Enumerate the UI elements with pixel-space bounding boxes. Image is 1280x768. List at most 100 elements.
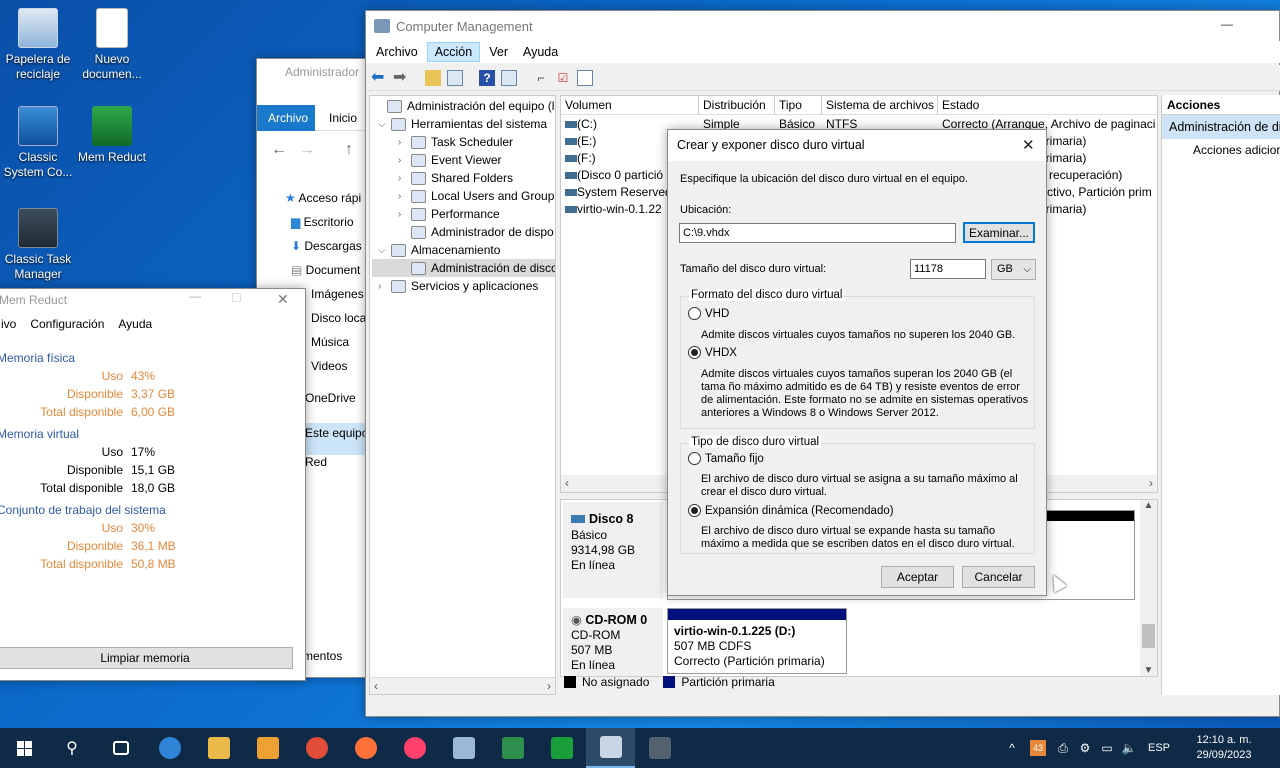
taskbar-app-button[interactable] — [341, 728, 390, 768]
menu-ver[interactable]: Ver — [480, 45, 517, 59]
desktop-icon-classic-task-manager[interactable]: Classic Task Manager — [0, 208, 76, 282]
check-icon[interactable]: ☑ — [555, 70, 571, 86]
desktop-icon-recycle-bin[interactable]: Papelera de reciclaje — [0, 8, 76, 82]
window-minimize-icon[interactable]: — — [1221, 17, 1233, 31]
tree-item[interactable]: ⌵ Almacenamiento — [372, 241, 555, 259]
chevron-down-icon[interactable]: ⌵ — [378, 119, 391, 130]
forward-arrow-icon[interactable]: ➡ — [393, 70, 409, 86]
disk8-info[interactable]: Disco 8 Básico 9314,98 GB En línea — [563, 502, 663, 598]
taskbar-app-button[interactable] — [96, 728, 145, 768]
tree-item[interactable]: › Event Viewer — [372, 151, 555, 169]
desktop-icon-classic-system-config[interactable]: Classic System Co... — [0, 106, 76, 180]
taskbar-app-button[interactable] — [439, 728, 488, 768]
actions-item[interactable]: Administración de dis — [1162, 115, 1280, 139]
col-volumen[interactable]: Volumen — [561, 96, 699, 114]
menu-help[interactable]: Ayuda — [118, 317, 152, 331]
taskbar-app-button[interactable] — [488, 728, 537, 768]
location-input[interactable] — [679, 223, 956, 243]
list-icon[interactable] — [577, 70, 593, 86]
start-button[interactable] — [0, 728, 48, 768]
chevron-right-icon[interactable]: › — [378, 281, 391, 292]
properties-icon[interactable] — [501, 70, 517, 86]
connect-icon[interactable]: ⌐ — [533, 70, 549, 86]
dialog-close-icon[interactable]: ✕ — [1022, 136, 1035, 154]
volume-cell-name[interactable]: System Reserved — [577, 184, 672, 201]
chevron-down-icon[interactable]: ⌵ — [378, 245, 391, 256]
disk-graph-vscroll[interactable]: ▲ ▼ — [1140, 500, 1157, 676]
tree-hscroll[interactable]: ‹ › — [370, 677, 555, 694]
network-icon[interactable]: ▭ — [1096, 741, 1118, 755]
menu-ayuda[interactable]: Ayuda — [517, 45, 564, 59]
scroll-up-icon[interactable]: ▲ — [1140, 500, 1157, 511]
notifications-icon[interactable]: ▤ — [1268, 740, 1280, 757]
explorer-forward-icon[interactable]: → — [299, 141, 315, 159]
col-sistema-archivos[interactable]: Sistema de archivos — [822, 96, 938, 114]
menu-config[interactable]: Configuración — [30, 317, 104, 331]
desktop-icon-new-document[interactable]: Nuevo documen... — [74, 8, 150, 82]
taskbar-app-button[interactable] — [194, 728, 243, 768]
taskbar-app-button[interactable] — [390, 728, 439, 768]
taskbar-app-button[interactable] — [537, 728, 586, 768]
volume-cell-name[interactable]: (C:) — [577, 116, 597, 133]
close-icon[interactable]: ✕ — [277, 291, 289, 308]
volume-cell-state[interactable]: e recuperación) — [1039, 167, 1122, 184]
menu-archivo[interactable]: Archivo — [366, 45, 427, 59]
explorer-tab-file[interactable]: Archivo — [257, 105, 315, 131]
language-indicator[interactable]: ESP — [1142, 742, 1176, 754]
scroll-down-icon[interactable]: ▼ — [1140, 665, 1157, 676]
maximize-icon[interactable]: ☐ — [231, 291, 242, 305]
nav-downloads[interactable]: ⬇ Descargas — [285, 239, 369, 263]
tree-item[interactable]: Administración del equipo (loc — [372, 97, 555, 115]
scroll-right-icon[interactable]: › — [1149, 476, 1153, 490]
up-folder-icon[interactable] — [425, 70, 441, 86]
chevron-right-icon[interactable]: › — [398, 209, 411, 220]
tree-item[interactable]: Administrador de dispo — [372, 223, 555, 241]
tree-item[interactable]: › Shared Folders — [372, 169, 555, 187]
taskbar-app-button[interactable] — [145, 728, 194, 768]
size-input[interactable] — [910, 259, 986, 279]
chevron-right-icon[interactable]: › — [398, 191, 411, 202]
chevron-right-icon[interactable]: › — [398, 173, 411, 184]
explorer-tab-home[interactable]: Inicio — [329, 105, 357, 131]
tree-item[interactable]: › Performance — [372, 205, 555, 223]
nav-quick-access[interactable]: ★ Acceso rápi — [285, 191, 369, 215]
unit-select[interactable]: GB ⌵ — [991, 259, 1036, 280]
tree-item[interactable]: › Servicios y aplicaciones — [372, 277, 555, 295]
volume-cell-name[interactable]: (F:) — [577, 150, 596, 167]
tree-item[interactable]: Administración de disco — [372, 259, 555, 277]
scroll-thumb[interactable] — [1142, 624, 1155, 648]
chevron-right-icon[interactable]: › — [398, 137, 411, 148]
cdrom-partition[interactable]: virtio-win-0.1.225 (D:) 507 MB CDFS Corr… — [667, 608, 847, 674]
tray-device-icon[interactable]: ⎙ — [1052, 741, 1074, 756]
scroll-left-icon[interactable]: ‹ — [374, 679, 378, 693]
tree-item[interactable]: ⌵ Herramientas del sistema — [372, 115, 555, 133]
cdrom0-info[interactable]: ◉ CD-ROM 0 CD-ROM 507 MB En línea — [563, 608, 663, 676]
taskbar-app-button[interactable] — [586, 728, 635, 768]
taskbar-app-button[interactable] — [243, 728, 292, 768]
col-distribucion[interactable]: Distribución — [699, 96, 775, 114]
tray-overflow-icon[interactable]: ^ — [1000, 741, 1024, 755]
desktop-icon-mem-reduct[interactable]: Mem Reduct — [74, 106, 150, 165]
clean-memory-button[interactable]: Limpiar memoria — [0, 647, 293, 669]
scroll-left-icon[interactable]: ‹ — [565, 476, 569, 490]
vhdx-radio[interactable]: VHDX — [688, 346, 737, 359]
menu-file[interactable]: ivo — [1, 317, 16, 331]
nav-desktop[interactable]: ▆ Escritorio — [285, 215, 369, 239]
scroll-right-icon[interactable]: › — [547, 679, 551, 693]
help-icon[interactable]: ? — [479, 70, 495, 86]
show-hide-tree-icon[interactable] — [447, 70, 463, 86]
minimize-icon[interactable]: — — [189, 289, 201, 303]
fixed-size-radio[interactable]: Tamaño fijo — [688, 452, 764, 465]
vhd-radio[interactable]: VHD — [688, 307, 729, 320]
dynamic-radio[interactable]: Expansión dinámica (Recomendado) — [688, 504, 894, 517]
volume-cell-name[interactable]: virtio-win-0.1.22 — [577, 201, 662, 218]
menu-accion[interactable]: Acción — [426, 42, 481, 62]
chevron-right-icon[interactable]: › — [398, 155, 411, 166]
back-arrow-icon[interactable]: ⬅ — [371, 70, 387, 86]
search-button[interactable]: ⚲ — [48, 728, 96, 768]
volume-cell-state[interactable]: Activo, Partición prim — [1039, 184, 1152, 201]
col-estado[interactable]: Estado — [938, 96, 1157, 114]
tray-settings-icon[interactable]: ⚙ — [1074, 741, 1096, 755]
volume-cell-name[interactable]: (E:) — [577, 133, 596, 150]
col-tipo[interactable]: Tipo — [775, 96, 822, 114]
